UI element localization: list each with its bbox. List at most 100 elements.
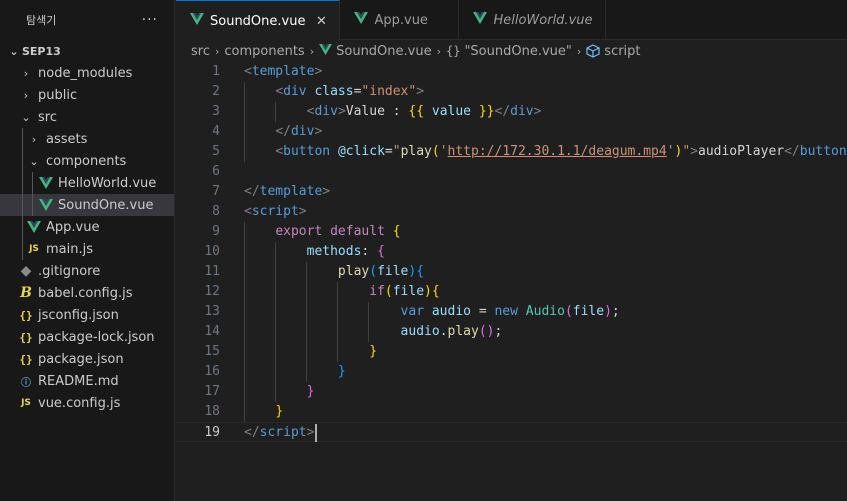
tree-item-label: README.md bbox=[38, 373, 119, 389]
code-token: " bbox=[682, 144, 691, 159]
tree-file-app-vue[interactable]: App.vue bbox=[0, 216, 174, 238]
tab-label: HelloWorld.vue bbox=[493, 12, 593, 28]
code-token: value bbox=[424, 104, 479, 119]
code-line: 4 </div> bbox=[176, 122, 847, 142]
tree-folder-components[interactable]: ⌄ components bbox=[0, 150, 174, 172]
code-line: 11 play(file){ bbox=[176, 262, 847, 282]
code-token: play bbox=[447, 324, 479, 339]
code-content: export default { bbox=[220, 222, 401, 242]
tab-label: SoundOne.vue bbox=[210, 13, 306, 29]
code-line: 18 } bbox=[176, 402, 847, 422]
breadcrumb-item-components[interactable]: components bbox=[224, 44, 304, 59]
indent-guide bbox=[244, 402, 245, 422]
code-token: < bbox=[244, 64, 252, 79]
code-line: 7 </template> bbox=[176, 182, 847, 202]
code-content: <div>Value : {{ value }}</div> bbox=[220, 102, 541, 122]
code-content: </template> bbox=[220, 182, 330, 202]
tree-folder-node-modules[interactable]: › node_modules bbox=[0, 62, 174, 84]
tab-soundone-vue[interactable]: SoundOne.vue ✕ bbox=[176, 0, 341, 41]
tree-file-soundone-vue[interactable]: SoundOne.vue bbox=[0, 194, 174, 216]
tree-item-label: package-lock.json bbox=[38, 329, 155, 345]
code-token: </ bbox=[244, 184, 260, 199]
breadcrumb-separator: › bbox=[576, 44, 582, 58]
indent-guide bbox=[244, 302, 245, 322]
chevron-down-icon: ⌄ bbox=[21, 110, 31, 124]
close-icon[interactable]: ✕ bbox=[313, 14, 329, 29]
tree-folder-assets[interactable]: › assets bbox=[0, 128, 174, 150]
breadcrumb-item-file[interactable]: SoundOne.vue bbox=[336, 44, 431, 59]
line-number: 5 bbox=[212, 144, 220, 159]
indent-guide bbox=[337, 282, 338, 302]
tree-file-package-lock[interactable]: {} package-lock.json bbox=[0, 326, 174, 348]
code-token: ( bbox=[564, 304, 573, 319]
tree-folder-src[interactable]: ⌄ src bbox=[0, 106, 174, 128]
indent-guide bbox=[306, 282, 307, 302]
indent-guide bbox=[244, 142, 245, 162]
tree-file-main-js[interactable]: JS main.js bbox=[0, 238, 174, 260]
editor-tabs: SoundOne.vue ✕ App.vue HelloWorld.vue bbox=[176, 0, 847, 41]
code-token: " bbox=[392, 144, 401, 159]
vue-file-icon bbox=[38, 197, 54, 213]
code-token: play bbox=[400, 144, 432, 159]
indent-guide bbox=[275, 242, 276, 262]
code-token: > bbox=[298, 204, 307, 219]
code-token: > bbox=[306, 425, 315, 440]
code-token: > bbox=[690, 144, 698, 159]
tree-folder-public[interactable]: › public bbox=[0, 84, 174, 106]
code-link[interactable]: http://172.30.1.1/deagum.mp4 bbox=[448, 144, 667, 159]
code-token: file bbox=[377, 264, 409, 279]
tab-app-vue[interactable]: App.vue bbox=[340, 0, 460, 40]
code-token: > bbox=[533, 104, 542, 119]
code-token: "index" bbox=[361, 84, 417, 99]
git-file-icon: ◆ bbox=[20, 263, 32, 279]
explorer-title: 탐색기 bbox=[26, 14, 57, 27]
line-number: 1 bbox=[212, 64, 220, 79]
line-number: 16 bbox=[204, 364, 220, 379]
code-content: <div class="index"> bbox=[220, 82, 424, 102]
code-token: ( bbox=[431, 144, 440, 159]
code-token: ( bbox=[384, 284, 393, 299]
explorer-sidebar: 탐색기 ··· ⌄ SEP13 › node_modules › public … bbox=[0, 0, 175, 501]
breadcrumb-item-script[interactable]: script bbox=[604, 44, 640, 59]
line-number: 7 bbox=[212, 184, 220, 199]
code-token: : bbox=[361, 244, 378, 259]
code-token: > bbox=[314, 64, 323, 79]
code-content: } bbox=[220, 342, 377, 362]
tree-root-folder[interactable]: ⌄ SEP13 bbox=[0, 40, 174, 62]
tree-file-babel-config[interactable]: B babel.config.js bbox=[0, 282, 174, 304]
indent-guide bbox=[244, 282, 245, 302]
code-token: Audio bbox=[525, 304, 565, 319]
code-content: play(file){ bbox=[220, 262, 424, 282]
breadcrumb-item-src[interactable]: src bbox=[191, 44, 210, 59]
curly-braces-icon: {} bbox=[446, 44, 461, 58]
code-token: file bbox=[572, 304, 605, 319]
line-number: 10 bbox=[204, 244, 220, 259]
code-token: < bbox=[275, 144, 284, 159]
indent-guide bbox=[337, 322, 338, 342]
tree-file-package-json[interactable]: {} package.json bbox=[0, 348, 174, 370]
indent-guide bbox=[275, 322, 276, 342]
more-actions-icon[interactable]: ··· bbox=[142, 12, 158, 28]
tab-helloworld-vue[interactable]: HelloWorld.vue bbox=[459, 0, 607, 40]
code-token: } bbox=[275, 404, 284, 419]
indent-guide bbox=[244, 382, 245, 402]
code-token: > bbox=[337, 104, 346, 119]
code-token: div bbox=[314, 104, 338, 119]
code-token: div bbox=[510, 104, 534, 119]
line-number: 14 bbox=[204, 324, 220, 339]
code-line: 15 } bbox=[176, 342, 847, 362]
code-token: { bbox=[431, 284, 440, 299]
breadcrumb-item-component[interactable]: "SoundOne.vue" bbox=[464, 44, 571, 59]
tree-file-vue-config[interactable]: JS vue.config.js bbox=[0, 392, 174, 414]
code-token: </ bbox=[244, 425, 260, 440]
indent-guide bbox=[306, 342, 307, 362]
tree-file-readme[interactable]: ⓘ README.md bbox=[0, 370, 174, 392]
code-editor[interactable]: 1 <template> 2 <div class="index"> 3 <di… bbox=[176, 62, 847, 501]
tree-file-gitignore[interactable]: ◆ .gitignore bbox=[0, 260, 174, 282]
indent-guide bbox=[368, 302, 369, 322]
code-token: button bbox=[283, 144, 331, 159]
tree-file-helloworld-vue[interactable]: HelloWorld.vue bbox=[0, 172, 174, 194]
tree-file-jsconfig[interactable]: {} jsconfig.json bbox=[0, 304, 174, 326]
